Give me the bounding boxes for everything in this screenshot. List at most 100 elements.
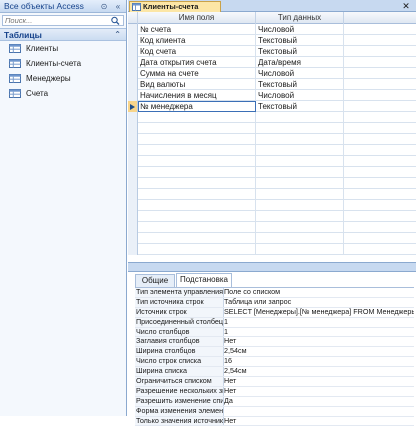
nav-item-table[interactable]: Клиенты-счета bbox=[0, 56, 126, 71]
description-cell[interactable] bbox=[344, 211, 416, 222]
description-cell[interactable] bbox=[344, 233, 416, 244]
data-type-cell[interactable] bbox=[256, 189, 344, 200]
description-cell[interactable] bbox=[344, 189, 416, 200]
description-cell[interactable] bbox=[344, 46, 416, 57]
row-selector-header[interactable] bbox=[128, 12, 138, 24]
description-cell[interactable] bbox=[344, 35, 416, 46]
property-row[interactable]: Ограничиться списком Нет bbox=[135, 377, 414, 387]
field-name-cell[interactable]: № счета bbox=[138, 24, 256, 35]
row-selector[interactable] bbox=[128, 145, 138, 156]
empty-field-row[interactable] bbox=[128, 200, 416, 211]
empty-field-row[interactable] bbox=[128, 167, 416, 178]
description-cell[interactable] bbox=[344, 24, 416, 35]
row-selector[interactable] bbox=[128, 57, 138, 68]
empty-field-row[interactable] bbox=[128, 145, 416, 156]
description-cell[interactable] bbox=[344, 123, 416, 134]
field-name-cell[interactable]: Дата открытия счета bbox=[138, 57, 256, 68]
row-selector[interactable] bbox=[128, 123, 138, 134]
data-type-cell[interactable] bbox=[256, 112, 344, 123]
data-type-cell[interactable]: Числовой bbox=[256, 90, 344, 101]
description-cell[interactable] bbox=[344, 134, 416, 145]
property-row[interactable]: Тип элемента управления Поле со списком bbox=[135, 288, 414, 298]
field-name-cell[interactable] bbox=[138, 244, 256, 255]
property-value[interactable]: 1 bbox=[224, 328, 414, 337]
nav-item-table[interactable]: Счета bbox=[0, 86, 126, 101]
data-type-cell[interactable]: Текстовый bbox=[256, 46, 344, 57]
nav-pane-menu-icon[interactable]: ⊙ bbox=[99, 1, 109, 12]
property-value[interactable]: 2,54см bbox=[224, 367, 414, 376]
row-selector[interactable] bbox=[128, 24, 138, 35]
field-name-cell[interactable] bbox=[138, 123, 256, 134]
property-row[interactable]: Только значения источника строкНет bbox=[135, 416, 414, 426]
property-value[interactable]: Нет bbox=[224, 387, 414, 396]
data-type-cell[interactable] bbox=[256, 134, 344, 145]
data-type-cell[interactable] bbox=[256, 178, 344, 189]
empty-field-row[interactable] bbox=[128, 244, 416, 255]
row-selector[interactable] bbox=[128, 167, 138, 178]
empty-field-row[interactable] bbox=[128, 178, 416, 189]
field-name-cell[interactable]: Сумма на счете bbox=[138, 68, 256, 79]
column-header-field-name[interactable]: Имя поля bbox=[138, 12, 256, 24]
field-name-cell[interactable]: Код клиента bbox=[138, 35, 256, 46]
close-icon[interactable]: ✕ bbox=[401, 0, 411, 12]
property-value[interactable]: Поле со списком bbox=[224, 288, 414, 297]
field-row[interactable]: Дата открытия счета Дата/время bbox=[128, 57, 416, 68]
chevron-up-icon[interactable]: ⌃ bbox=[114, 29, 121, 41]
field-row[interactable]: Код клиента Текстовый bbox=[128, 35, 416, 46]
row-selector[interactable] bbox=[128, 233, 138, 244]
description-cell[interactable] bbox=[344, 90, 416, 101]
nav-pane-collapse-icon[interactable]: « bbox=[113, 1, 123, 12]
property-row[interactable]: Присоединенный столбец 1 bbox=[135, 317, 414, 328]
field-name-cell[interactable] bbox=[138, 156, 256, 167]
description-cell[interactable] bbox=[344, 222, 416, 233]
field-name-cell[interactable] bbox=[138, 200, 256, 211]
property-value[interactable]: 16 bbox=[224, 357, 414, 366]
field-name-cell[interactable] bbox=[138, 145, 256, 156]
property-value[interactable]: Да bbox=[224, 397, 414, 406]
property-row[interactable]: Число строк списка 16 bbox=[135, 357, 414, 368]
document-tab[interactable]: Клиенты-счета bbox=[129, 1, 221, 12]
description-cell[interactable] bbox=[344, 145, 416, 156]
data-type-cell[interactable] bbox=[256, 123, 344, 134]
field-name-cell[interactable] bbox=[138, 211, 256, 222]
empty-field-row[interactable] bbox=[128, 112, 416, 123]
nav-item-table[interactable]: Менеджеры bbox=[0, 71, 126, 86]
field-row[interactable]: Код счета Текстовый bbox=[128, 46, 416, 57]
data-type-cell[interactable] bbox=[256, 244, 344, 255]
field-name-cell[interactable] bbox=[138, 222, 256, 233]
tab-general[interactable]: Общие bbox=[135, 274, 175, 287]
field-name-cell[interactable]: № менеджера bbox=[138, 101, 256, 112]
nav-item-table[interactable]: Клиенты bbox=[0, 41, 126, 56]
row-selector[interactable] bbox=[128, 46, 138, 57]
description-cell[interactable] bbox=[344, 79, 416, 90]
property-value[interactable]: Нет bbox=[224, 377, 414, 386]
empty-field-row[interactable] bbox=[128, 211, 416, 222]
row-selector[interactable] bbox=[128, 222, 138, 233]
property-row[interactable]: Источник строк SELECT [Менеджеры].[№ мене… bbox=[135, 307, 414, 318]
property-row[interactable]: Разрешить изменение спискаДа bbox=[135, 396, 414, 407]
description-cell[interactable] bbox=[344, 112, 416, 123]
data-type-cell[interactable] bbox=[256, 167, 344, 178]
row-selector[interactable] bbox=[128, 90, 138, 101]
field-name-cell[interactable] bbox=[138, 233, 256, 244]
column-header-data-type[interactable]: Тип данных bbox=[256, 12, 344, 24]
row-selector[interactable] bbox=[128, 112, 138, 123]
description-cell[interactable] bbox=[344, 101, 416, 112]
search-icon[interactable] bbox=[110, 16, 121, 25]
empty-field-row[interactable] bbox=[128, 233, 416, 244]
data-type-cell[interactable]: Числовой bbox=[256, 24, 344, 35]
field-row[interactable]: Сумма на счете Числовой bbox=[128, 68, 416, 79]
description-cell[interactable] bbox=[344, 178, 416, 189]
description-cell[interactable] bbox=[344, 200, 416, 211]
tab-lookup[interactable]: Подстановка bbox=[176, 273, 232, 287]
data-type-cell[interactable] bbox=[256, 211, 344, 222]
property-row[interactable]: Число столбцов 1 bbox=[135, 327, 414, 338]
data-type-cell[interactable] bbox=[256, 145, 344, 156]
field-row[interactable]: Вид валюты Текстовый bbox=[128, 79, 416, 90]
empty-field-row[interactable] bbox=[128, 222, 416, 233]
field-name-cell[interactable]: Начисления в месяц bbox=[138, 90, 256, 101]
property-value[interactable]: Таблица или запрос bbox=[224, 298, 414, 307]
property-value[interactable] bbox=[224, 407, 414, 416]
description-cell[interactable] bbox=[344, 167, 416, 178]
data-type-cell[interactable]: Числовой bbox=[256, 68, 344, 79]
